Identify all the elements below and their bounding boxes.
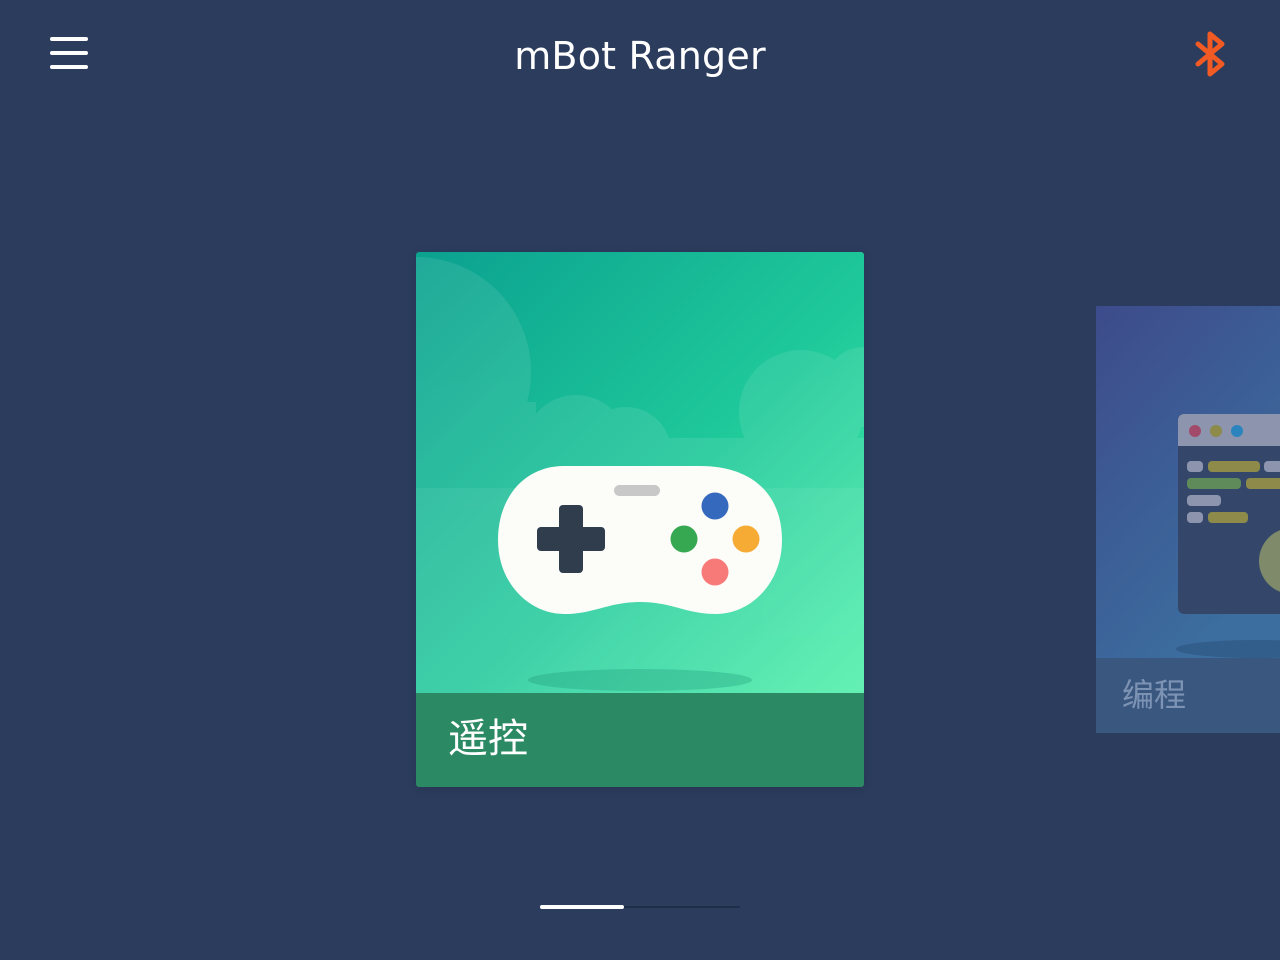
- code-window-icon: [1178, 414, 1280, 614]
- page-indicator-thumb: [540, 905, 624, 909]
- bluetooth-icon: [1195, 31, 1225, 77]
- programming-card-art: [1096, 306, 1280, 658]
- remote-control-card[interactable]: 遥控: [416, 252, 864, 787]
- programming-card[interactable]: 编程: [1096, 306, 1280, 733]
- remote-control-label: 遥控: [448, 716, 528, 762]
- remote-control-card-art: [416, 252, 864, 693]
- programming-label: 编程: [1122, 676, 1187, 714]
- remote-control-label-bar: 遥控: [416, 693, 864, 787]
- gamepad-icon: [498, 466, 782, 614]
- hamburger-menu-icon: [50, 37, 88, 69]
- bluetooth-button[interactable]: [1186, 28, 1236, 80]
- programming-label-bar: 编程: [1096, 658, 1280, 733]
- page-title: mBot Ranger: [514, 34, 766, 78]
- menu-button[interactable]: [44, 30, 94, 76]
- page-indicator: [540, 905, 740, 909]
